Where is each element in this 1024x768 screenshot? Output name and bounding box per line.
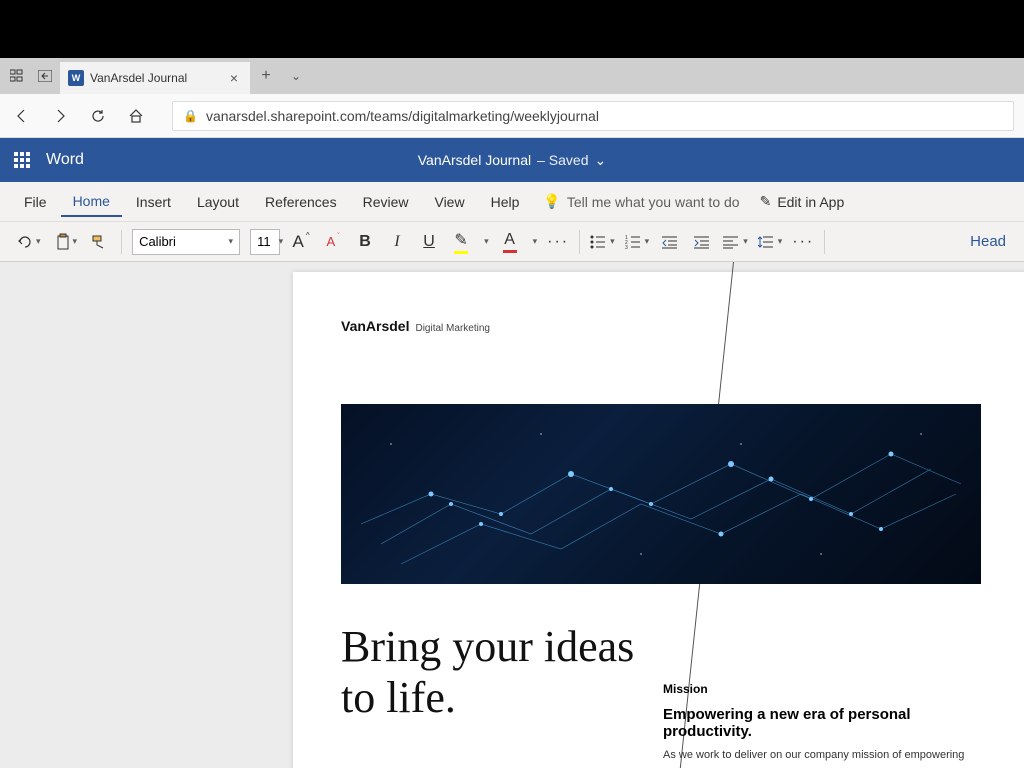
- font-color-letter: A: [504, 231, 515, 249]
- shrink-font-label: A: [327, 234, 336, 249]
- word-favicon-icon: W: [68, 70, 84, 86]
- highlight-color-swatch: [454, 251, 468, 254]
- font-color-swatch: [503, 250, 517, 253]
- more-paragraph-button[interactable]: ···: [792, 233, 814, 251]
- font-color-dropdown[interactable]: ▾: [533, 236, 538, 247]
- home-button[interactable]: [124, 104, 148, 128]
- mission-body: As we work to deliver on our company mis…: [663, 748, 993, 763]
- highlight-pen-icon: ✎: [454, 230, 467, 250]
- mission-section[interactable]: Mission Empowering a new era of personal…: [663, 682, 993, 763]
- menu-layout[interactable]: Layout: [185, 188, 251, 216]
- separator: [121, 230, 122, 254]
- styles-heading-button[interactable]: Head: [966, 233, 1010, 250]
- align-button[interactable]: ▾: [723, 235, 748, 249]
- tab-title: VanArsdel Journal: [90, 71, 220, 85]
- window-titlebar-black: [0, 0, 1024, 58]
- ribbon-toolbar: ▾ ▾ Calibri▾ 11▾ A^ Aˇ B I U ✎▾ A▾ ··· ▾…: [0, 222, 1024, 262]
- underline-button[interactable]: U: [418, 233, 440, 251]
- mission-title: Empowering a new era of personal product…: [663, 706, 993, 740]
- tab-dropdown-icon[interactable]: ⌄: [282, 62, 310, 90]
- paste-button[interactable]: ▾: [53, 229, 80, 255]
- tab-close-icon[interactable]: ×: [226, 68, 242, 88]
- menu-help[interactable]: Help: [479, 188, 532, 216]
- font-size-select[interactable]: 11▾: [250, 229, 280, 255]
- brand-division: Digital Marketing: [415, 323, 489, 334]
- tell-me-label: Tell me what you want to do: [567, 194, 740, 210]
- document-canvas[interactable]: VanArsdel Digital Marketing: [0, 262, 1024, 768]
- format-painter-button[interactable]: [89, 230, 111, 254]
- menu-view[interactable]: View: [422, 188, 476, 216]
- tell-me-search[interactable]: 💡 Tell me what you want to do: [543, 193, 739, 210]
- browser-tab-strip: W VanArsdel Journal × + ⌄: [0, 58, 1024, 94]
- separator: [824, 230, 825, 254]
- menu-home[interactable]: Home: [61, 187, 122, 217]
- chevron-down-icon: ⌄: [595, 152, 607, 169]
- italic-button[interactable]: I: [386, 233, 408, 251]
- menu-file[interactable]: File: [12, 188, 59, 216]
- menu-review[interactable]: Review: [351, 188, 421, 216]
- waffle-icon: [14, 152, 30, 168]
- svg-text:3: 3: [625, 245, 628, 249]
- menu-references[interactable]: References: [253, 188, 349, 216]
- font-color-button[interactable]: A: [499, 231, 521, 253]
- url-text: vanarsdel.sharepoint.com/teams/digitalma…: [206, 108, 599, 124]
- grow-font-label: A: [293, 232, 304, 252]
- hero-image: [341, 404, 981, 584]
- undo-button[interactable]: ▾: [14, 230, 43, 254]
- document-title: VanArsdel Journal: [418, 152, 531, 168]
- menu-insert[interactable]: Insert: [124, 188, 183, 216]
- document-save-status: – Saved: [537, 152, 588, 168]
- document-page[interactable]: VanArsdel Digital Marketing: [293, 272, 1024, 768]
- app-header: Word VanArsdel Journal – Saved ⌄: [0, 138, 1024, 182]
- document-headline[interactable]: Bring your ideas to life.: [341, 622, 661, 723]
- shrink-font-button[interactable]: Aˇ: [322, 234, 344, 249]
- line-spacing-button[interactable]: ▾: [758, 235, 783, 249]
- browser-tab-active[interactable]: W VanArsdel Journal ×: [60, 62, 250, 94]
- decrease-indent-button[interactable]: [659, 235, 681, 249]
- mission-label: Mission: [663, 682, 993, 696]
- set-aside-tabs-icon[interactable]: [32, 62, 58, 90]
- new-tab-button[interactable]: +: [252, 62, 280, 90]
- grow-font-button[interactable]: A^: [290, 232, 312, 252]
- tab-actions-icon[interactable]: [4, 62, 30, 90]
- lightbulb-icon: 💡: [543, 193, 560, 210]
- back-button[interactable]: [10, 104, 34, 128]
- font-name-value: Calibri: [139, 234, 176, 249]
- document-brand-header: VanArsdel Digital Marketing: [341, 318, 1024, 334]
- font-size-value: 11: [257, 234, 271, 249]
- numbering-button[interactable]: 123▾: [625, 235, 650, 249]
- lock-icon: 🔒: [183, 109, 198, 123]
- menu-bar: File Home Insert Layout References Revie…: [0, 182, 1024, 222]
- font-name-select[interactable]: Calibri▾: [132, 229, 240, 255]
- brand-name: VanArsdel: [341, 318, 409, 334]
- edit-in-app-button[interactable]: ✎ Edit in App: [760, 193, 845, 210]
- more-formatting-button[interactable]: ···: [547, 233, 569, 251]
- edit-in-app-label: Edit in App: [777, 194, 844, 210]
- increase-indent-button[interactable]: [691, 235, 713, 249]
- forward-button[interactable]: [48, 104, 72, 128]
- separator: [579, 230, 580, 254]
- refresh-button[interactable]: [86, 104, 110, 128]
- document-title-button[interactable]: VanArsdel Journal – Saved ⌄: [418, 152, 606, 169]
- highlight-button[interactable]: ✎: [450, 230, 472, 254]
- highlight-dropdown[interactable]: ▾: [484, 236, 489, 247]
- pencil-icon: ✎: [760, 193, 772, 210]
- app-launcher-button[interactable]: [14, 152, 30, 168]
- url-input[interactable]: 🔒 vanarsdel.sharepoint.com/teams/digital…: [172, 101, 1014, 131]
- app-name: Word: [46, 151, 84, 169]
- browser-address-bar: 🔒 vanarsdel.sharepoint.com/teams/digital…: [0, 94, 1024, 138]
- bold-button[interactable]: B: [354, 233, 376, 251]
- bullets-button[interactable]: ▾: [590, 235, 615, 249]
